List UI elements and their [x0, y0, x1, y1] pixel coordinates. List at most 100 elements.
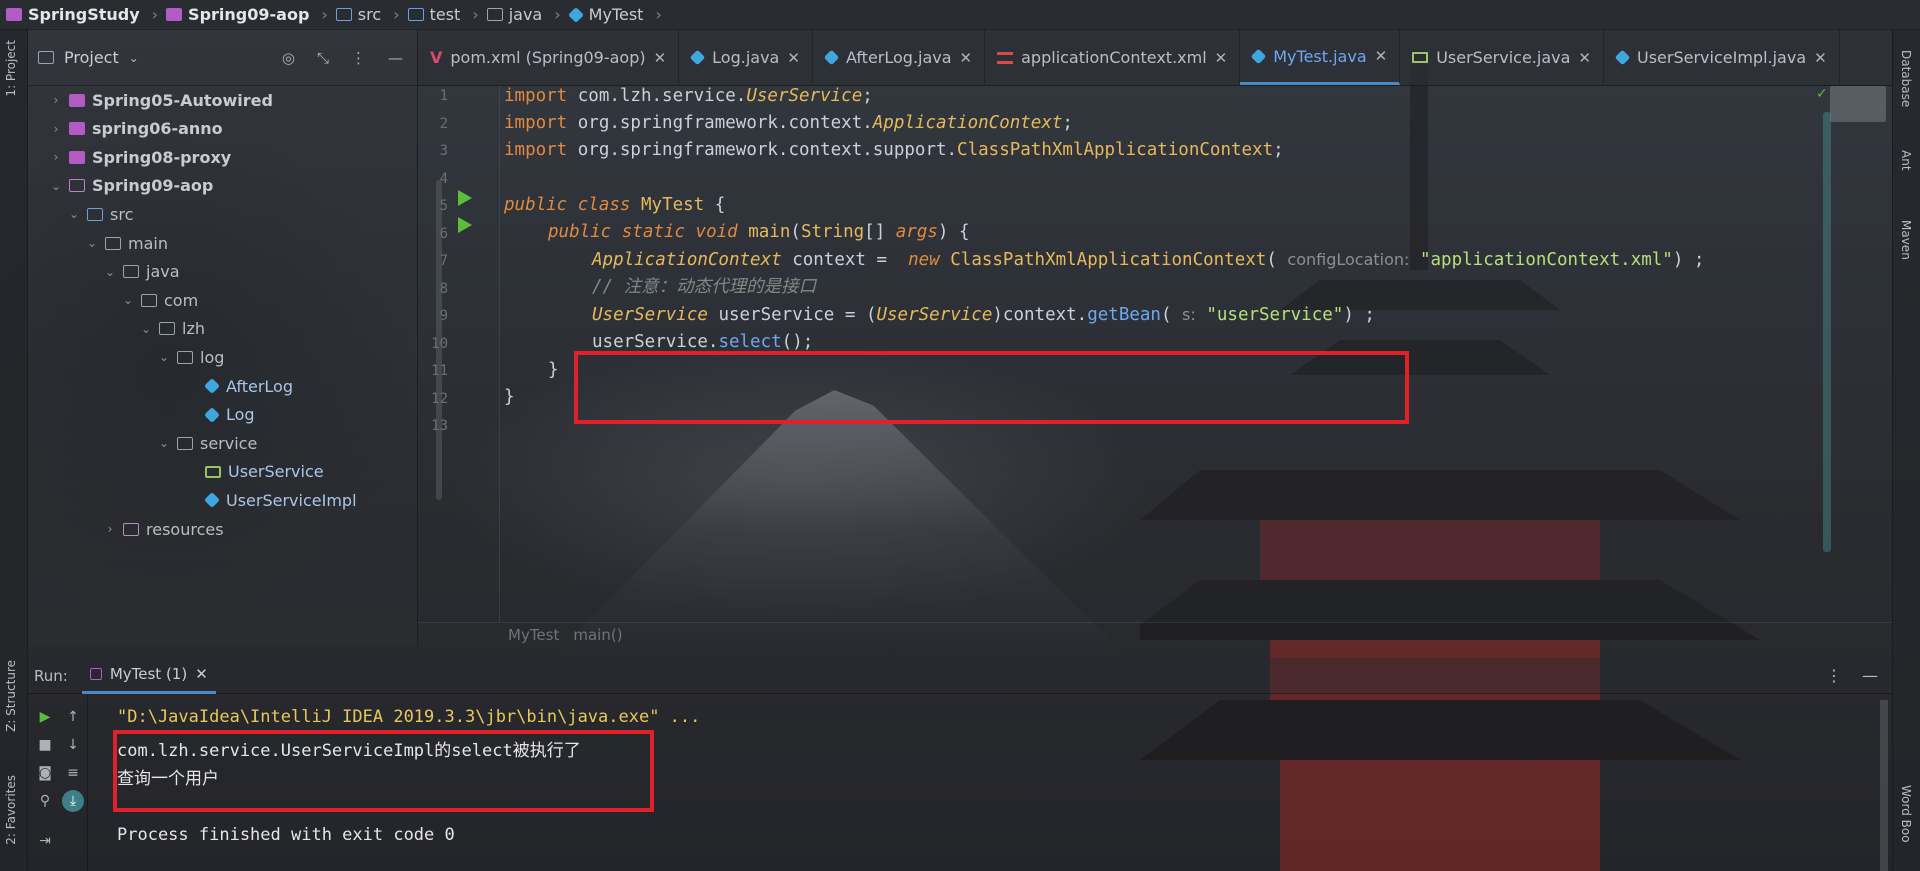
run-main-icon[interactable]: [458, 217, 472, 233]
tree-item[interactable]: › Spring08-proxy: [50, 143, 232, 171]
database-tool-label[interactable]: Database: [1899, 50, 1913, 107]
camera-icon[interactable]: ◙: [34, 762, 56, 784]
tree-item[interactable]: › Spring05-Autowired: [50, 86, 273, 114]
tree-item[interactable]: UserServiceImpl: [186, 486, 357, 514]
chevron-right-icon: ›: [393, 5, 400, 24]
close-icon[interactable]: ✕: [960, 49, 973, 67]
chevron-right-icon[interactable]: ›: [50, 150, 62, 164]
more-options-icon[interactable]: ⋮: [1826, 666, 1842, 685]
soft-wrap-icon[interactable]: ≡: [62, 762, 84, 784]
module-icon: [69, 122, 85, 136]
tree-item[interactable]: AfterLog: [186, 372, 293, 400]
line-number: 13: [431, 418, 448, 434]
line-number: 3: [439, 143, 448, 159]
structure-tool-label[interactable]: Z: Structure: [4, 660, 18, 732]
favorites-tool-label[interactable]: 2: Favorites: [4, 775, 18, 845]
tree-item[interactable]: Log: [186, 401, 255, 429]
tree-item-label: UserService: [228, 462, 324, 482]
close-icon[interactable]: ✕: [195, 665, 208, 683]
chevron-right-icon[interactable]: ›: [50, 93, 62, 107]
tree-item[interactable]: ⌄ java: [104, 258, 180, 286]
breadcrumb-item[interactable]: java ›: [486, 5, 569, 24]
chevron-down-icon[interactable]: ⌄: [140, 322, 152, 336]
line-number: 2: [439, 115, 448, 132]
editor-scrollbar[interactable]: [1823, 112, 1831, 552]
code-line-10: userService.select();: [592, 332, 814, 352]
tree-item-label: Log: [226, 405, 255, 425]
tree-item[interactable]: ⌄ lzh: [140, 315, 205, 343]
inspection-ok-icon[interactable]: ✓: [1816, 86, 1828, 102]
project-tool-label[interactable]: 1: Project: [4, 40, 18, 97]
scroll-down-icon[interactable]: ↓: [62, 734, 84, 756]
editor-tab[interactable]: UserServiceImpl.java ✕: [1604, 30, 1840, 85]
close-icon[interactable]: ✕: [1814, 49, 1827, 67]
stop-icon[interactable]: ■: [34, 734, 56, 756]
ant-tool-label[interactable]: Ant: [1899, 150, 1913, 171]
tree-item[interactable]: ⌄ main: [86, 229, 168, 257]
chevron-right-icon: ›: [151, 5, 159, 24]
editor-tab[interactable]: Log.java ✕: [679, 30, 813, 85]
code-line-7: ApplicationContext context = new ClassPa…: [592, 250, 1705, 270]
breadcrumb-item[interactable]: MyTest ›: [567, 5, 670, 24]
run-panel-header: Run: MyTest (1) ✕ ⋮ —: [28, 658, 1892, 694]
console-line: com.lzh.service.UserServiceImpl的select被执…: [117, 741, 581, 761]
editor-breadcrumb-item[interactable]: MyTest: [508, 626, 559, 644]
chevron-right-icon[interactable]: ›: [104, 522, 116, 536]
tree-item[interactable]: ⌄ service: [158, 429, 257, 457]
scroll-up-icon[interactable]: ↑: [62, 706, 84, 728]
wordbook-tool-label[interactable]: Word Boo: [1899, 785, 1913, 843]
close-icon[interactable]: ✕: [787, 49, 800, 67]
tree-item[interactable]: ⌄ log: [158, 343, 224, 371]
project-panel-title[interactable]: Project: [64, 48, 119, 67]
run-tab[interactable]: MyTest (1) ✕: [81, 658, 216, 694]
editor-tab-label: AfterLog.java: [845, 48, 952, 67]
console-scrollbar[interactable]: [1880, 700, 1888, 871]
tree-item[interactable]: ⌄ Spring09-aop: [50, 172, 213, 200]
chevron-down-icon[interactable]: ⌄: [68, 207, 80, 221]
code-editor[interactable]: 1 2 3 4 5 6 7 8 9 10 11 12 13 import com.lzh.service…: [418, 86, 1892, 622]
breadcrumb-item[interactable]: SpringStudy ›: [6, 5, 166, 24]
chevron-down-icon[interactable]: ⌄: [50, 179, 62, 193]
chevron-down-icon[interactable]: ⌄: [104, 265, 116, 279]
tree-item[interactable]: ⌄ com: [122, 286, 198, 314]
editor-tab[interactable]: MyTest.java ✕: [1240, 30, 1401, 85]
run-label: Run:: [34, 666, 68, 685]
more-options-icon[interactable]: ⋮: [351, 49, 366, 67]
editor-tab[interactable]: Vpom.xml (Spring09-aop) ✕: [418, 30, 680, 85]
pin-icon[interactable]: ⚲: [34, 790, 56, 812]
collapse-all-icon[interactable]: ⤡: [317, 49, 329, 67]
exit-icon[interactable]: ⇥: [34, 830, 56, 852]
chevron-down-icon[interactable]: ⌄: [158, 350, 170, 364]
breadcrumb-item[interactable]: src ›: [335, 5, 408, 24]
editor-tab-bar: Vpom.xml (Spring09-aop) ✕ Log.java ✕ AfterLo…: [418, 30, 1892, 86]
chevron-down-icon[interactable]: ⌄: [158, 436, 170, 450]
minimize-icon[interactable]: —: [1862, 666, 1878, 685]
close-icon[interactable]: ✕: [1215, 49, 1228, 67]
chevron-right-icon[interactable]: ›: [50, 122, 62, 136]
project-view-icon: [38, 51, 54, 64]
rerun-icon[interactable]: ▶: [34, 706, 56, 728]
close-icon[interactable]: ✕: [1375, 47, 1388, 65]
close-icon[interactable]: ✕: [654, 49, 667, 67]
close-icon[interactable]: ✕: [1578, 49, 1591, 67]
chevron-down-icon[interactable]: ⌄: [129, 51, 139, 65]
tree-item[interactable]: ⌄ src: [68, 200, 133, 228]
chevron-down-icon[interactable]: ⌄: [122, 293, 134, 307]
tree-item[interactable]: › spring06-anno: [50, 115, 223, 143]
editor-breadcrumb-item[interactable]: main(): [573, 626, 622, 644]
breadcrumb-item[interactable]: test ›: [407, 5, 487, 24]
locate-icon[interactable]: ◎: [282, 49, 295, 67]
editor-tab[interactable]: AfterLog.java ✕: [813, 30, 986, 85]
editor-tab[interactable]: UserService.java ✕: [1400, 30, 1604, 85]
tree-item[interactable]: › resources: [104, 515, 224, 543]
package-icon: [177, 436, 193, 450]
editor-tab[interactable]: applicationContext.xml ✕: [985, 30, 1241, 85]
scroll-to-end-icon[interactable]: ⤓: [62, 790, 84, 812]
maven-tool-label[interactable]: Maven: [1899, 220, 1913, 260]
run-class-icon[interactable]: [458, 190, 472, 206]
chevron-down-icon[interactable]: ⌄: [86, 236, 98, 250]
code-line-1: import com.lzh.service.UserService;: [504, 86, 873, 106]
minimize-icon[interactable]: —: [388, 49, 403, 67]
tree-item[interactable]: UserService: [186, 458, 324, 486]
breadcrumb-item[interactable]: Spring09-aop ›: [166, 5, 336, 24]
